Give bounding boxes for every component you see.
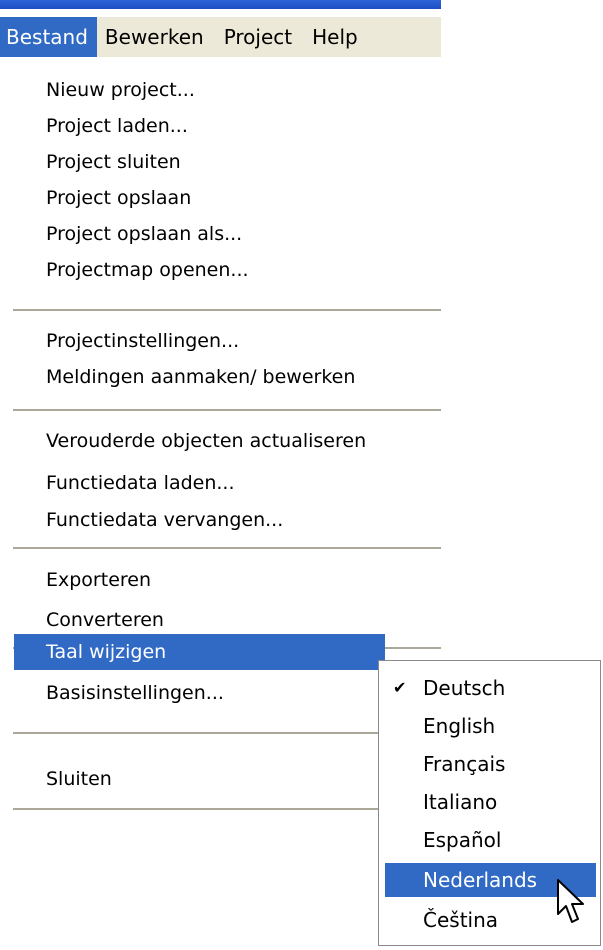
language-item-label: Español [423,828,502,852]
menu-item-label: Projectmap openen... [46,259,249,281]
menu-item-label: Functiedata laden... [46,472,235,494]
menu-item-converteren[interactable]: Converteren [0,603,441,637]
language-item-label: Čeština [423,908,499,932]
language-item-deutsch[interactable]: ✔ Deutsch [379,671,600,705]
menu-item-label: Taal wijzigen [46,641,167,663]
menubar-item-bestand[interactable]: Bestand [0,17,97,57]
language-item-label: Deutsch [423,676,506,700]
menu-item-project-sluiten[interactable]: Project sluiten [0,145,441,179]
language-item-espanol[interactable]: Español [379,823,600,857]
language-item-francais[interactable]: Français [379,747,600,781]
menu-item-label: Functiedata vervangen... [46,509,284,531]
menu-item-project-opslaan[interactable]: Project opslaan [0,181,441,215]
menu-item-functiedata-vervangen[interactable]: Functiedata vervangen... [0,503,441,537]
language-item-label: Italiano [423,790,498,814]
checkmark-icon: ✔ [393,678,407,697]
menu-item-label: Sluiten [46,768,112,790]
language-item-label: Français [423,752,506,776]
language-item-label: English [423,714,496,738]
menubar-item-help[interactable]: Help [304,17,370,57]
menu-item-exporteren[interactable]: Exporteren [0,563,441,597]
menu-item-label: Projectinstellingen... [46,330,240,352]
menu-item-verouderde-objecten[interactable]: Verouderde objecten actualiseren [0,424,441,458]
language-item-label: Nederlands [423,868,538,892]
menu-item-label: Exporteren [46,569,152,591]
menu-item-label: Meldingen aanmaken/ bewerken [46,366,356,388]
menu-item-label: Project sluiten [46,151,181,173]
menu-item-nieuw-project[interactable]: Nieuw project... [0,73,441,107]
menu-item-label: Project laden... [46,115,188,137]
menu-item-label: Nieuw project... [46,79,195,101]
menu-item-basisinstellingen[interactable]: Basisinstellingen... [0,676,441,710]
menu-item-project-opslaan-als[interactable]: Project opslaan als... [0,217,441,251]
menubar-item-project[interactable]: Project [216,17,304,57]
menu-item-label: Verouderde objecten actualiseren [46,430,367,452]
menu-item-label: Project opslaan [46,187,192,209]
menu-item-meldingen[interactable]: Meldingen aanmaken/ bewerken [0,360,441,394]
menu-item-projectinstellingen[interactable]: Projectinstellingen... [0,324,441,358]
menu-separator [13,409,441,412]
menu-item-label: Converteren [46,609,164,631]
menu-separator [13,309,441,312]
menu-item-sluiten[interactable]: Sluiten [0,762,441,796]
menubar-item-bewerken[interactable]: Bewerken [97,17,216,57]
window-title-strip [0,0,441,17]
menu-item-label: Project opslaan als... [46,223,243,245]
menu-item-functiedata-laden[interactable]: Functiedata laden... [0,466,441,500]
window-titlebar [0,0,441,9]
menu-item-project-laden[interactable]: Project laden... [0,109,441,143]
menubar: Bestand Bewerken Project Help [0,17,441,57]
language-item-english[interactable]: English [379,709,600,743]
language-item-italiano[interactable]: Italiano [379,785,600,819]
menu-item-label: Basisinstellingen... [46,682,224,704]
menu-separator [13,732,441,735]
menu-separator [13,547,441,550]
mouse-pointer-icon [557,879,584,923]
menu-separator [13,808,441,811]
menu-item-projectmap-openen[interactable]: Projectmap openen... [0,253,441,287]
menu-item-taal-wijzigen[interactable]: Taal wijzigen [14,634,385,670]
